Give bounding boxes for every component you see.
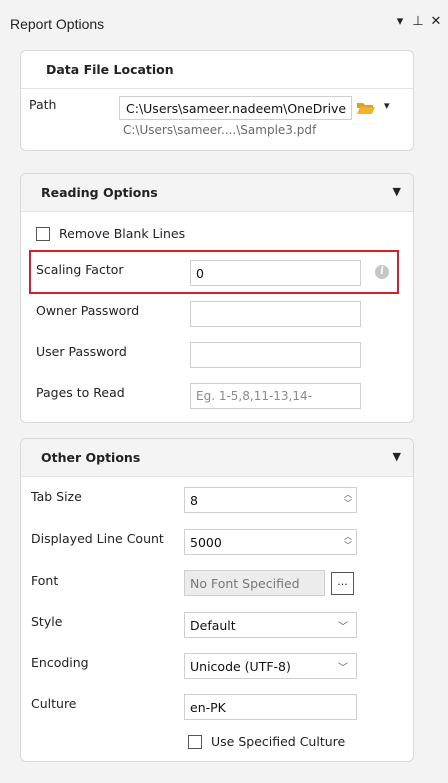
- folder-open-icon[interactable]: [356, 100, 376, 116]
- style-label: Style: [31, 614, 63, 629]
- displayed-line-count-stepper[interactable]: 5000 ︿ ﹀: [184, 529, 357, 555]
- spin-up-icon[interactable]: ︿: [344, 532, 352, 541]
- data-file-location-header: Data File Location: [21, 51, 413, 89]
- spinner-icon[interactable]: ︿ ﹀: [344, 490, 352, 508]
- font-input: No Font Specified: [184, 570, 325, 596]
- encoding-label: Encoding: [31, 655, 89, 670]
- path-label: Path: [29, 97, 57, 112]
- font-label: Font: [31, 573, 59, 588]
- tab-size-label: Tab Size: [31, 489, 82, 504]
- culture-input[interactable]: en-PK: [184, 694, 357, 720]
- chevron-down-icon[interactable]: ▼: [393, 450, 401, 463]
- owner-password-label: Owner Password: [36, 303, 140, 318]
- scaling-factor-input[interactable]: 0: [190, 260, 361, 286]
- pages-to-read-label: Pages to Read: [36, 385, 125, 400]
- encoding-select[interactable]: Unicode (UTF-8) ﹀: [184, 653, 357, 679]
- path-dropdown-icon[interactable]: ▾: [384, 99, 390, 112]
- displayed-line-count-label: Displayed Line Count: [31, 531, 164, 546]
- reading-options-title: Reading Options: [41, 185, 158, 200]
- chevron-down-icon[interactable]: ﹀: [338, 618, 348, 633]
- spin-down-icon[interactable]: ﹀: [344, 541, 352, 550]
- other-options-title: Other Options: [41, 450, 141, 465]
- tab-size-value: 8: [190, 493, 198, 508]
- user-password-label: User Password: [36, 344, 127, 359]
- pages-to-read-input[interactable]: Eg. 1-5,8,11-13,14-: [190, 383, 361, 409]
- close-icon[interactable]: ✕: [430, 14, 442, 29]
- path-input[interactable]: C:\Users\sameer.nadeem\OneDrive: [119, 96, 352, 120]
- style-value: Default: [190, 618, 236, 633]
- tab-size-stepper[interactable]: 8 ︿ ﹀: [184, 487, 357, 513]
- owner-password-input[interactable]: [190, 301, 361, 327]
- pin-icon[interactable]: ⊥: [412, 14, 424, 29]
- other-options-header[interactable]: Other Options ▼: [21, 439, 413, 477]
- culture-label: Culture: [31, 696, 77, 711]
- spin-down-icon[interactable]: ﹀: [344, 499, 352, 508]
- pane-title-bar: Report Options ▾ ⊥ ✕: [0, 0, 448, 48]
- scaling-factor-label: Scaling Factor: [36, 262, 124, 277]
- path-hint: C:\Users\sameer....\Sample3.pdf: [123, 123, 317, 137]
- pane-menu-icon[interactable]: ▾: [394, 14, 406, 29]
- use-specified-culture-label: Use Specified Culture: [211, 734, 346, 749]
- pane-controls: ▾ ⊥ ✕: [394, 14, 442, 29]
- chevron-down-icon[interactable]: ﹀: [338, 659, 348, 674]
- use-specified-culture-checkbox[interactable]: [188, 735, 202, 749]
- info-icon[interactable]: i: [375, 265, 389, 279]
- style-select[interactable]: Default ﹀: [184, 612, 357, 638]
- pane-title: Report Options: [10, 16, 105, 32]
- chevron-down-icon[interactable]: ▼: [393, 185, 401, 198]
- spin-up-icon[interactable]: ︿: [344, 490, 352, 499]
- displayed-line-count-value: 5000: [190, 535, 222, 550]
- font-browse-button[interactable]: ...: [331, 572, 354, 595]
- reading-options-header[interactable]: Reading Options ▼: [21, 174, 413, 212]
- encoding-value: Unicode (UTF-8): [190, 659, 291, 674]
- remove-blank-lines-label: Remove Blank Lines: [59, 226, 186, 241]
- remove-blank-lines-checkbox[interactable]: [36, 227, 50, 241]
- data-file-location-title: Data File Location: [46, 62, 174, 77]
- spinner-icon[interactable]: ︿ ﹀: [344, 532, 352, 550]
- user-password-input[interactable]: [190, 342, 361, 368]
